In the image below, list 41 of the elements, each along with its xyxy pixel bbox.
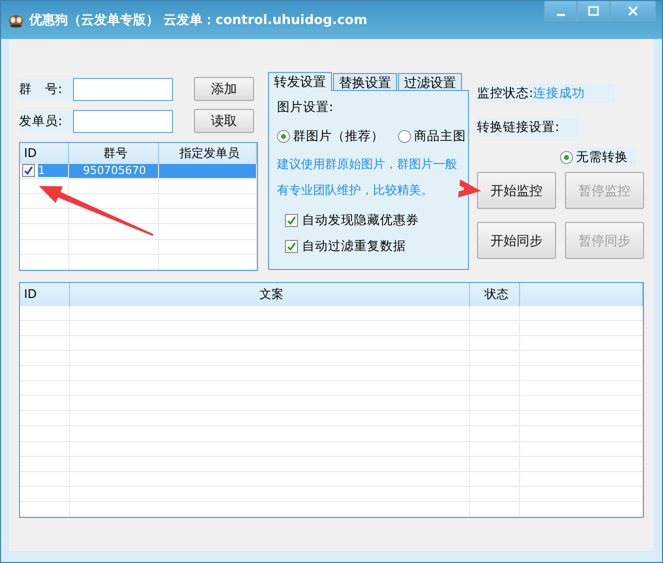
link-setting-label: 转换链接设置: <box>477 118 580 137</box>
column-header[interactable]: 状态 <box>470 283 520 306</box>
hint-text: 建议使用群原始图片，群图片一般有专业团队维护，比较精美。 <box>277 156 458 199</box>
section-label: 图片设置: <box>277 99 334 116</box>
checkbox[interactable] <box>285 214 298 227</box>
checkbox-label[interactable]: 自动过滤重复数据 <box>302 238 406 255</box>
input-field[interactable] <box>73 110 173 132</box>
action-button[interactable]: 开始同步 <box>477 222 556 259</box>
radio-label[interactable]: 商品主图 <box>414 128 466 145</box>
close-icon <box>628 6 638 16</box>
field-label: 发单员: <box>19 110 73 132</box>
table-cell: 1 <box>38 164 68 178</box>
radio-label[interactable]: 无需转换 <box>576 148 636 167</box>
tab[interactable]: 转发设置 <box>268 72 332 91</box>
maximize-button[interactable] <box>577 1 610 21</box>
dog-icon <box>7 12 25 28</box>
tab[interactable]: 替换设置 <box>333 73 397 90</box>
table-cell: 950705670 <box>69 164 159 178</box>
action-button[interactable]: 开始监控 <box>477 172 556 209</box>
radio-button[interactable] <box>560 151 573 164</box>
radio-label[interactable]: 群图片（推荐） <box>293 128 384 145</box>
column-header[interactable]: ID <box>20 283 70 306</box>
checkbox-label[interactable]: 自动发现隐藏优惠券 <box>302 212 419 229</box>
radio-button[interactable] <box>398 130 411 143</box>
status-value: 连接成功 <box>533 84 616 103</box>
checkbox[interactable] <box>22 164 35 178</box>
action-button[interactable]: 读取 <box>194 109 254 133</box>
status-label: 监控状态: <box>477 84 534 103</box>
column-header[interactable]: 文案 <box>70 283 470 306</box>
arrow-annotation <box>458 180 481 198</box>
action-button[interactable]: 添加 <box>194 77 254 101</box>
tab[interactable]: 过滤设置 <box>398 73 462 90</box>
minimize-icon <box>556 14 564 16</box>
maximize-icon <box>588 6 599 16</box>
field-label: 群 号: <box>19 78 73 100</box>
radio-button[interactable] <box>277 130 290 143</box>
close-button[interactable] <box>610 1 656 21</box>
minimize-button[interactable] <box>544 1 577 21</box>
window-title: 优惠狗（云发单专版） 云发单：control.uhuidog.com <box>29 12 368 29</box>
input-field[interactable] <box>73 78 173 100</box>
checkbox[interactable] <box>285 240 298 253</box>
